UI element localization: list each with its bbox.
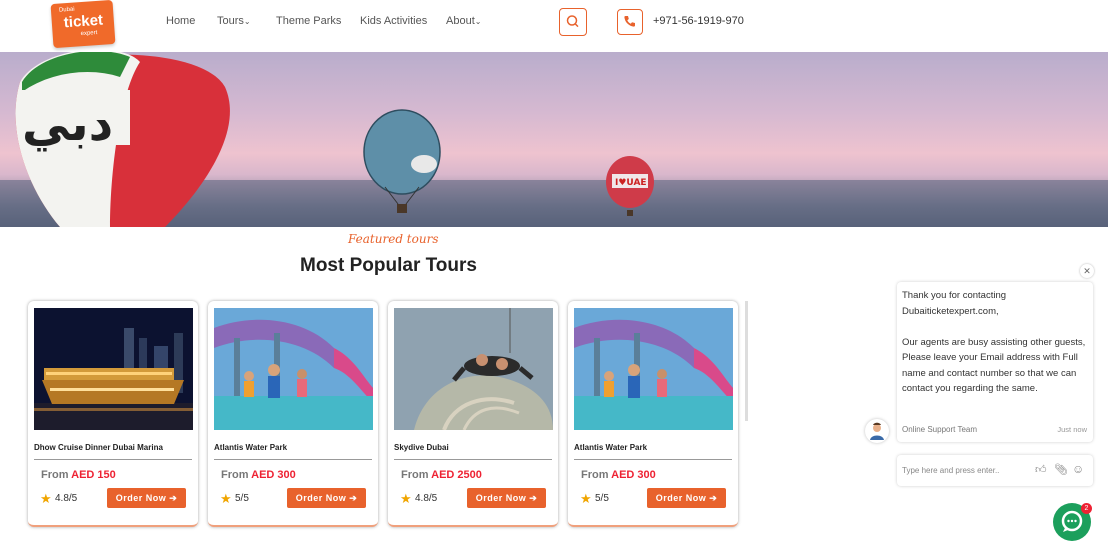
tour-price: AED 2500 — [431, 469, 482, 481]
tour-price: AED 300 — [251, 469, 296, 481]
nav-tours[interactable]: Tours⌄ — [217, 15, 251, 27]
section-kicker: Featured tours — [348, 232, 439, 246]
tour-name[interactable]: Atlantis Water Park — [574, 443, 647, 452]
attachment-icon[interactable]: 📎︎ — [1054, 463, 1068, 476]
person-icon — [870, 422, 884, 440]
order-now-label: Order Now — [655, 493, 707, 503]
order-now-button[interactable]: Order Now ➔ — [467, 488, 546, 508]
nav-about-label: About — [446, 15, 475, 27]
nav-about[interactable]: About⌄ — [446, 15, 481, 27]
arrow-right-icon: ➔ — [349, 493, 358, 503]
tour-image-dhow-cruise[interactable] — [34, 308, 193, 430]
agent-avatar — [865, 419, 889, 443]
divider — [34, 459, 192, 460]
chat-close-button[interactable]: ✕ — [1080, 264, 1094, 278]
close-icon: ✕ — [1083, 266, 1091, 276]
tour-name[interactable]: Skydive Dubai — [394, 443, 449, 452]
tour-price-row: From AED 2500 — [401, 469, 482, 481]
tour-rating: 4.8/5 — [415, 493, 438, 504]
logo-text-1: Dubai — [58, 6, 75, 14]
from-label: From — [401, 469, 429, 481]
svg-text:I♥UAE: I♥UAE — [615, 178, 647, 188]
from-label: From — [581, 469, 609, 481]
tour-rating: 4.8/5 — [55, 493, 78, 504]
chat-message: Thank you for contacting Dubaiticketexpe… — [902, 290, 1086, 394]
hero-banner: ﺩﺑﻲ I♥UAE — [0, 52, 1108, 227]
tour-rating: 5/5 — [235, 493, 249, 504]
svg-text:ﺩﺑﻲ: ﺩﺑﻲ — [22, 96, 113, 152]
site-logo[interactable]: Dubai ticket expert — [50, 0, 116, 49]
tour-rating: 5/5 — [595, 493, 609, 504]
nav-tours-label: Tours — [217, 15, 244, 27]
order-now-label: Order Now — [115, 493, 167, 503]
chat-message-bubble: Thank you for contacting Dubaiticketexpe… — [897, 282, 1093, 442]
nav-home[interactable]: Home — [166, 15, 195, 27]
tour-image-atlantis[interactable] — [214, 308, 373, 430]
order-now-button[interactable]: Order Now ➔ — [107, 488, 186, 508]
emoji-icon[interactable]: ☺ — [1072, 462, 1084, 476]
order-now-button[interactable]: Order Now ➔ — [287, 488, 366, 508]
nav-theme-parks[interactable]: Theme Parks — [276, 15, 341, 27]
tour-name[interactable]: Dhow Cruise Dinner Dubai Marina — [34, 443, 163, 452]
tour-image-skydive[interactable] — [394, 308, 553, 430]
tour-card[interactable]: Atlantis Water Park From AED 300 ★ 5/5 O… — [208, 301, 378, 527]
arrow-right-icon: ➔ — [529, 493, 538, 503]
star-icon: ★ — [40, 491, 52, 506]
thumbs-up-icon[interactable]: 👍︎ — [1035, 463, 1047, 476]
chevron-down-icon: ⌄ — [474, 17, 482, 26]
tour-price: AED 300 — [611, 469, 656, 481]
tour-image-atlantis[interactable] — [574, 308, 733, 430]
order-now-label: Order Now — [475, 493, 527, 503]
phone-icon — [624, 16, 635, 27]
water-park-photo — [214, 308, 373, 430]
star-icon: ★ — [220, 491, 232, 506]
dhow-cruise-photo — [34, 308, 193, 430]
tour-card[interactable]: Atlantis Water Park From AED 300 ★ 5/5 O… — [568, 301, 738, 527]
chevron-down-icon: ⌄ — [243, 17, 251, 26]
logo-text-2: ticket — [63, 11, 104, 32]
tour-card[interactable]: Skydive Dubai From AED 2500 ★ 4.8/5 Orde… — [388, 301, 558, 527]
chat-timestamp: Just now — [1057, 425, 1087, 434]
order-now-button[interactable]: Order Now ➔ — [647, 488, 726, 508]
from-label: From — [221, 469, 249, 481]
tour-price-row: From AED 150 — [41, 469, 116, 481]
chat-input-box[interactable]: Type here and press enter.. 👍︎ 📎︎ ☺ — [897, 455, 1093, 486]
arrow-right-icon: ➔ — [169, 493, 178, 503]
left-spacer — [0, 227, 30, 307]
chat-agent-name: Online Support Team — [902, 425, 978, 434]
phone-button[interactable] — [617, 9, 643, 35]
order-now-label: Order Now — [295, 493, 347, 503]
divider — [574, 459, 732, 460]
hero-balloons-image: ﺩﺑﻲ I♥UAE — [0, 52, 1108, 227]
tour-price-row: From AED 300 — [221, 469, 296, 481]
search-button[interactable] — [559, 8, 587, 36]
tour-price-row: From AED 300 — [581, 469, 656, 481]
nav-kids-activities[interactable]: Kids Activities — [360, 15, 427, 27]
logo-text-3: expert — [80, 30, 98, 38]
from-label: From — [41, 469, 69, 481]
divider — [394, 459, 552, 460]
water-park-photo — [574, 308, 733, 430]
tour-name[interactable]: Atlantis Water Park — [214, 443, 287, 452]
chat-unread-badge: 2 — [1081, 503, 1092, 514]
card-edge — [745, 301, 748, 421]
skydive-photo — [394, 308, 553, 430]
tour-card[interactable]: Dhow Cruise Dinner Dubai Marina From AED… — [28, 301, 198, 527]
section-title: Most Popular Tours — [300, 255, 477, 276]
divider — [214, 459, 372, 460]
arrow-right-icon: ➔ — [709, 493, 718, 503]
search-icon — [566, 15, 579, 28]
star-icon: ★ — [400, 491, 412, 506]
tour-price: AED 150 — [71, 469, 116, 481]
phone-number[interactable]: +971-56-1919-970 — [653, 15, 744, 27]
star-icon: ★ — [580, 491, 592, 506]
chat-input-placeholder[interactable]: Type here and press enter.. — [902, 466, 999, 475]
